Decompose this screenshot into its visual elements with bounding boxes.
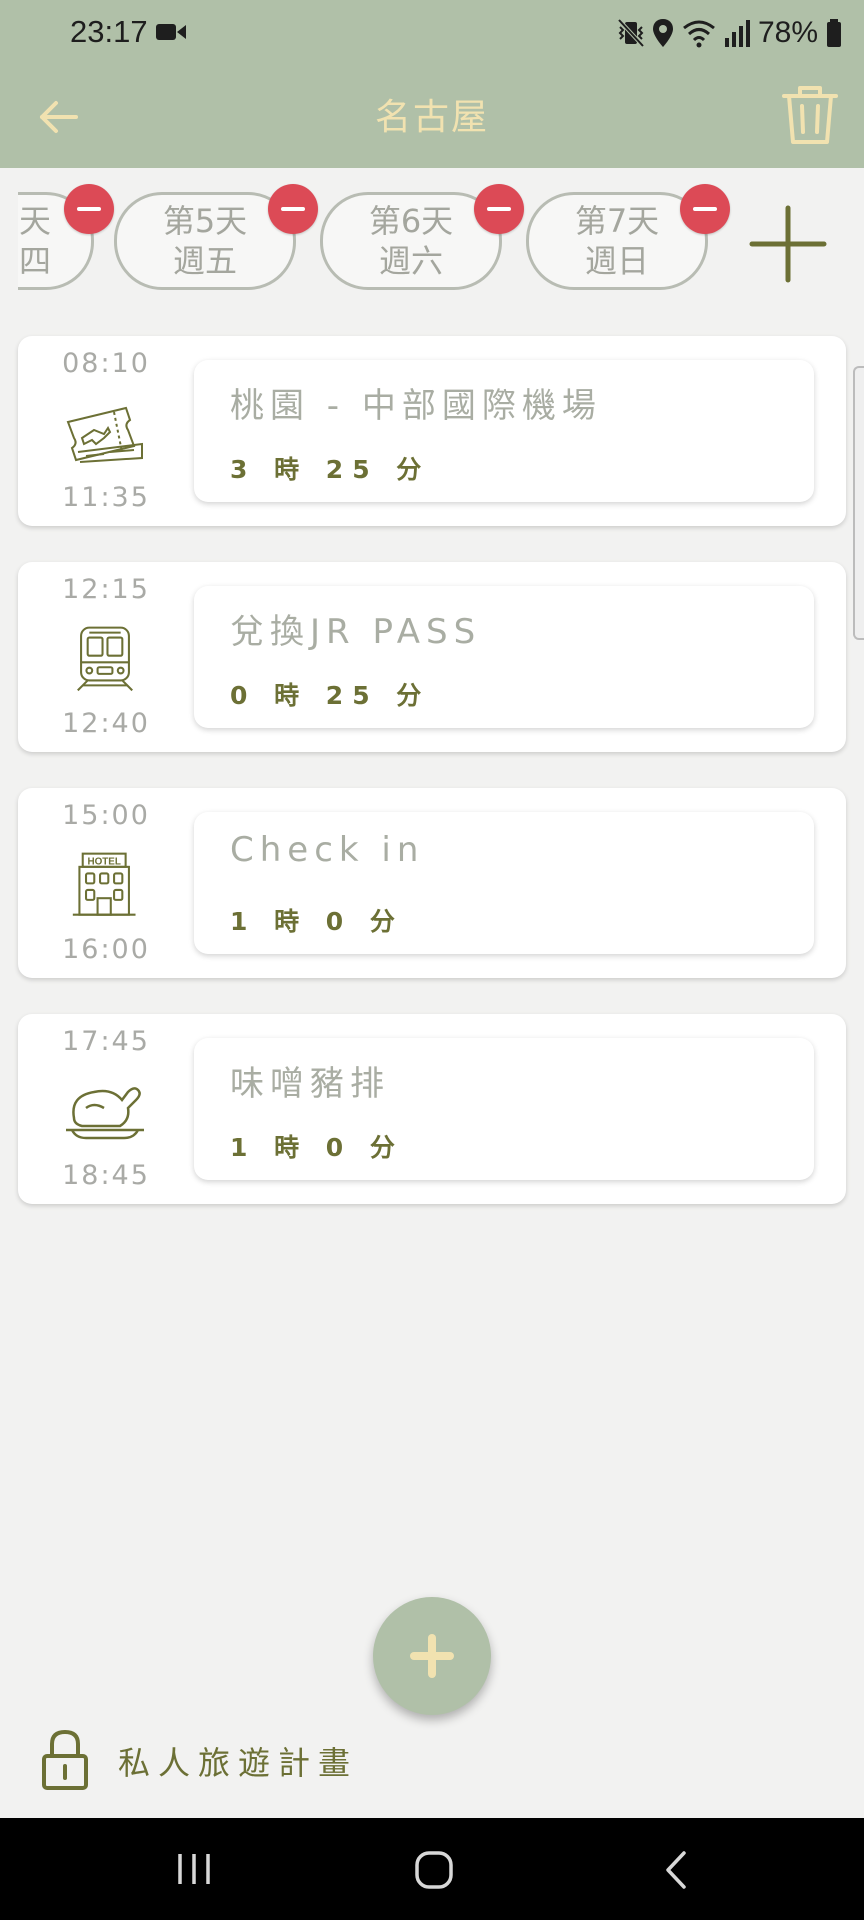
status-time: 23:17 — [70, 14, 148, 49]
plane-ticket-icon — [66, 406, 143, 463]
day-tabs: 天 四 第5天 週五 第6天 週六 第7天 週日 — [18, 168, 864, 300]
status-bar: 23:17 78% — [0, 0, 864, 66]
remove-day-4-button[interactable] — [64, 184, 114, 234]
item-title: 味噌豬排 — [230, 1064, 390, 1104]
item-title: 兌換JR PASS — [230, 612, 482, 652]
day-tab-weekday: 週五 — [172, 242, 237, 280]
wifi-icon — [683, 20, 715, 48]
hotel-icon: HOTEL — [72, 852, 136, 916]
status-icons: 78% — [617, 14, 842, 52]
video-camera-icon — [156, 24, 186, 40]
day-tab-weekday: 週六 — [378, 242, 443, 280]
day-tab-day: 第6天 — [368, 202, 454, 240]
day-tab-weekday: 週日 — [584, 242, 649, 280]
day-tab-day: 第5天 — [162, 202, 248, 240]
private-plan-label[interactable]: 私人旅遊計畫 — [118, 1738, 358, 1784]
add-item-button[interactable] — [373, 1597, 491, 1715]
remove-day-6-button[interactable] — [474, 184, 524, 234]
battery-icon — [827, 19, 841, 47]
itinerary-item[interactable]: 12:15 12:40 兌換JR PASS 0 時 25 分 — [18, 562, 846, 752]
roast-chicken-icon — [66, 1087, 144, 1140]
itinerary-item[interactable]: 17:45 18:45 味噌豬排 1 時 0 分 — [18, 1014, 846, 1204]
item-title: Check in — [230, 830, 425, 870]
hotel-sign-text: HOTEL — [87, 856, 120, 867]
recent-apps-icon[interactable] — [176, 1852, 212, 1886]
nav-back-icon[interactable] — [664, 1850, 688, 1890]
item-detail-card[interactable]: 桃園 - 中部國際機場 3 時 25 分 — [194, 360, 814, 502]
add-day-plus-icon[interactable] — [748, 204, 828, 284]
start-time: 15:00 — [62, 800, 150, 831]
remove-day-7-button[interactable] — [680, 184, 730, 234]
start-time: 12:15 — [62, 574, 150, 605]
battery-percent: 78% — [757, 16, 818, 49]
item-detail-card[interactable]: 味噌豬排 1 時 0 分 — [194, 1038, 814, 1180]
train-icon — [77, 626, 133, 692]
page-title: 名古屋 — [374, 97, 489, 138]
remove-day-5-button[interactable] — [268, 184, 318, 234]
item-detail-card[interactable]: Check in 1 時 0 分 — [194, 812, 814, 954]
location-icon — [652, 19, 673, 47]
itinerary-item[interactable]: 08:10 11:35 桃園 - 中部國際機場 3 時 25 分 — [18, 336, 846, 526]
item-detail-card[interactable]: 兌換JR PASS 0 時 25 分 — [194, 586, 814, 728]
end-time: 12:40 — [62, 708, 150, 739]
lock-icon[interactable] — [40, 1728, 90, 1792]
home-icon[interactable] — [414, 1850, 454, 1890]
start-time: 08:10 — [62, 348, 150, 379]
day-tab-day: 第7天 — [574, 202, 660, 240]
item-duration: 1 時 0 分 — [230, 1133, 404, 1162]
end-time: 11:35 — [62, 482, 150, 513]
item-duration: 0 時 25 分 — [230, 681, 431, 710]
plus-icon — [410, 1634, 454, 1678]
vibrate-mute-icon — [617, 18, 644, 48]
start-time: 17:45 — [62, 1026, 150, 1057]
trash-icon[interactable] — [780, 82, 840, 148]
item-title: 桃園 - 中部國際機場 — [230, 386, 602, 426]
item-duration: 1 時 0 分 — [230, 907, 404, 936]
app-bar: 名古屋 — [0, 66, 864, 168]
end-time: 18:45 — [62, 1160, 150, 1191]
scrollbar[interactable] — [853, 366, 864, 640]
signal-icon — [724, 20, 750, 47]
itinerary-item[interactable]: 15:00 HOTEL 16:00 Check in 1 時 0 分 — [18, 788, 846, 978]
system-nav-bar — [0, 1818, 864, 1920]
item-duration: 3 時 25 分 — [230, 455, 431, 484]
day-tab-weekday: 四 — [18, 242, 51, 280]
end-time: 16:00 — [62, 934, 150, 965]
